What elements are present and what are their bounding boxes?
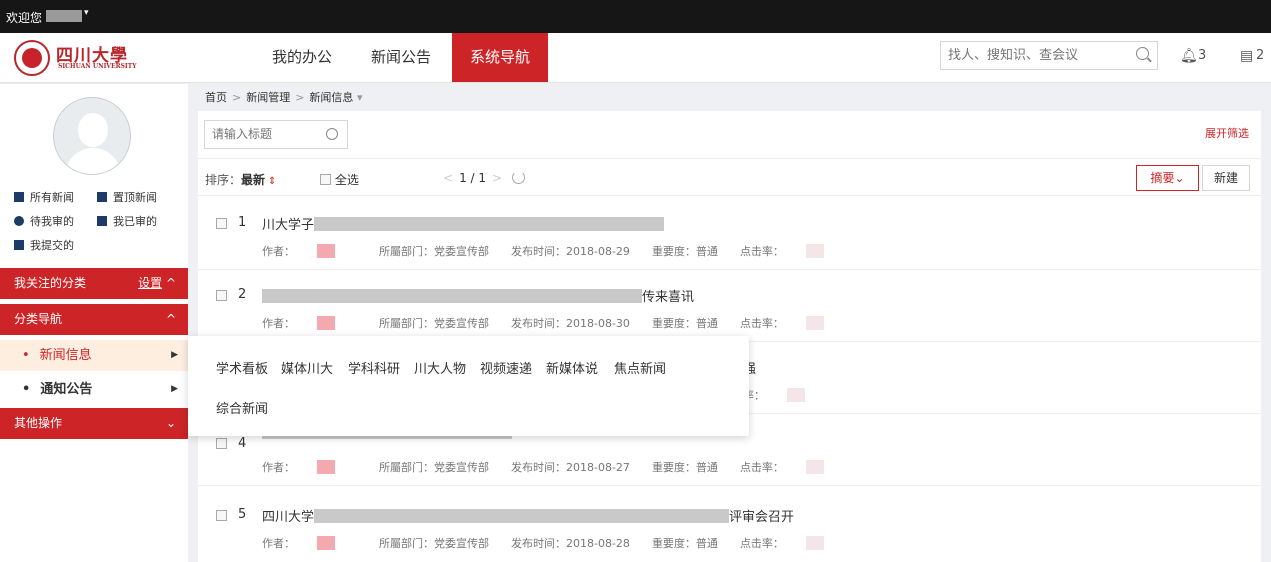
university-seal-logo[interactable] bbox=[14, 40, 50, 76]
title-search[interactable] bbox=[204, 120, 348, 149]
item-title[interactable]: 四川大学 评审会召开 bbox=[262, 506, 794, 525]
logo-subtext: SICHUAN UNIVERSITY bbox=[58, 63, 137, 70]
item-number: 4 bbox=[238, 436, 247, 451]
chevron-up-icon: ^ bbox=[165, 276, 176, 290]
page-indicator: 1 / 1 bbox=[459, 171, 487, 185]
item-title[interactable]: 川大学子 bbox=[262, 214, 665, 233]
sidebar-category-nav[interactable]: 分类导航 ^ bbox=[0, 304, 188, 335]
top-bar: 欢迎您 ▾ bbox=[0, 0, 1271, 33]
select-all[interactable]: 全选 bbox=[320, 171, 359, 188]
quick-link-submitted[interactable]: 我提交的 bbox=[14, 237, 74, 253]
nav-my-office[interactable]: 我的办公 bbox=[260, 33, 344, 82]
news-item[interactable]: 5 四川大学 评审会召开 作者： 所屬部门：党委宣传部 发布时间：2018-08-28… bbox=[198, 490, 1261, 562]
breadcrumb-news-mgmt[interactable]: 新闻管理 bbox=[246, 91, 290, 104]
chevron-down-icon: ⌄ bbox=[165, 416, 176, 430]
item-checkbox[interactable] bbox=[216, 290, 227, 301]
next-page-icon[interactable]: > bbox=[492, 171, 502, 185]
welcome-text: 欢迎您 bbox=[6, 11, 43, 25]
item-number: 1 bbox=[238, 215, 247, 230]
sidebar-item-news-info[interactable]: • 新闻信息 ▶ bbox=[0, 340, 188, 371]
search-icon[interactable] bbox=[1136, 47, 1149, 60]
list-toolbar: 排序：最新 ⇕ 全选 <1 / 1 > 摘要⌄ 新建 bbox=[198, 158, 1261, 196]
bell-count: 3 bbox=[1198, 48, 1207, 63]
bullet-icon: • bbox=[22, 348, 30, 363]
avatar[interactable] bbox=[53, 97, 131, 175]
check-icon bbox=[97, 216, 107, 226]
news-category-flyout: 学术看板 媒体川大 学科科研 川大人物 视频速递 新媒体说 焦点新闻 综合新闻 bbox=[188, 336, 749, 436]
summary-button[interactable]: 摘要⌄ bbox=[1136, 165, 1199, 191]
bell-icon[interactable]: 🔔︎ bbox=[1180, 48, 1198, 64]
new-button[interactable]: 新建 bbox=[1202, 165, 1250, 191]
redacted-title bbox=[262, 289, 642, 303]
redacted-title bbox=[314, 217, 665, 231]
caret-right-icon: ▶ bbox=[171, 350, 178, 360]
document-count: 2 bbox=[1256, 48, 1265, 63]
sidebar-other-ops[interactable]: 其他操作 ⌄ bbox=[0, 408, 188, 439]
quick-link-reviewed[interactable]: 我已审的 bbox=[97, 213, 157, 229]
caret-down-icon: ▾ bbox=[356, 91, 363, 104]
news-item[interactable]: 2 传来喜讯 作者： 所屬部门：党委宣传部 发布时间：2018-08-30 重要度：普… bbox=[198, 270, 1261, 342]
nav-system-navigation[interactable]: 系统导航 bbox=[452, 33, 548, 82]
category-focus-news[interactable]: 焦点新闻 bbox=[614, 358, 666, 377]
category-research[interactable]: 学科科研 bbox=[348, 358, 400, 377]
item-meta: 作者： 所屬部门：党委宣传部 发布时间：2018-08-27 重要度：普通 点击率： bbox=[262, 459, 868, 475]
prev-page-icon[interactable]: < bbox=[443, 171, 453, 185]
nav-news-notices[interactable]: 新闻公告 bbox=[358, 33, 444, 82]
redacted-title bbox=[314, 509, 730, 523]
global-search-input[interactable] bbox=[948, 48, 1128, 63]
chevron-up-icon: ^ bbox=[165, 312, 176, 326]
item-title[interactable]: 传来喜讯 bbox=[262, 286, 694, 305]
sidebar-followed-categories[interactable]: 我关注的分类 设置 ^ bbox=[0, 268, 188, 299]
edit-icon bbox=[14, 240, 24, 250]
caret-right-icon: ▶ bbox=[171, 384, 178, 394]
list-icon bbox=[14, 192, 24, 202]
document-icon[interactable]: ▤ bbox=[1240, 48, 1253, 64]
breadcrumb-news-info[interactable]: 新闻信息 bbox=[309, 91, 353, 104]
category-general-news[interactable]: 综合新闻 bbox=[216, 398, 268, 417]
bullet-icon: • bbox=[22, 382, 31, 397]
item-checkbox[interactable] bbox=[216, 218, 227, 229]
category-people[interactable]: 川大人物 bbox=[414, 358, 466, 377]
chevron-down-icon: ⌄ bbox=[1174, 171, 1185, 185]
header: 四川大學 SICHUAN UNIVERSITY 我的办公 新闻公告 系统导航 🔔… bbox=[0, 33, 1271, 83]
breadcrumb: 首页 > 新闻管理 > 新闻信息 ▾ bbox=[205, 91, 363, 104]
pin-icon bbox=[97, 192, 107, 202]
item-meta: 率： bbox=[743, 387, 849, 403]
item-number: 2 bbox=[238, 287, 247, 302]
pager: <1 / 1 > bbox=[437, 171, 526, 185]
category-academic-board[interactable]: 学术看板 bbox=[216, 358, 268, 377]
category-media-scu[interactable]: 媒体川大 bbox=[281, 358, 333, 377]
news-item[interactable]: 1 川大学子 作者： 所屬部门：党委宣传部 发布时间：2018-08-29 重要度：普… bbox=[198, 198, 1261, 270]
user-menu-caret-icon[interactable]: ▾ bbox=[84, 8, 89, 18]
global-search[interactable] bbox=[940, 41, 1158, 70]
search-icon[interactable] bbox=[326, 128, 338, 140]
category-new-media[interactable]: 新媒体说 bbox=[546, 358, 598, 377]
sort-arrows-icon: ⇕ bbox=[268, 176, 277, 187]
item-meta: 作者： 所屬部门：党委宣传部 发布时间：2018-08-30 重要度：普通 点击率： bbox=[262, 315, 868, 331]
breadcrumb-home[interactable]: 首页 bbox=[205, 91, 227, 104]
refresh-icon[interactable] bbox=[512, 171, 526, 184]
followed-settings-link[interactable]: 设置 ^ bbox=[138, 268, 176, 299]
item-checkbox[interactable] bbox=[216, 510, 227, 521]
expand-filter-link[interactable]: 展开筛选 bbox=[1205, 125, 1249, 141]
sort-control[interactable]: 排序：最新 ⇕ bbox=[205, 171, 276, 188]
quick-link-pending-review[interactable]: 待我审的 bbox=[14, 213, 74, 229]
sidebar-item-notices[interactable]: • 通知公告 ▶ bbox=[0, 374, 188, 405]
quick-link-pinned-news[interactable]: 置顶新闻 bbox=[97, 189, 157, 205]
user-icon bbox=[14, 216, 24, 226]
item-meta: 作者： 所屬部门：党委宣传部 发布时间：2018-08-29 重要度：普通 点击率： bbox=[262, 243, 868, 259]
item-checkbox[interactable] bbox=[216, 438, 227, 449]
sidebar: 所有新闻 置顶新闻 待我审的 我已审的 我提交的 我关注的分类 设置 ^ 分类导… bbox=[0, 84, 188, 562]
item-number: 5 bbox=[238, 507, 247, 522]
category-video[interactable]: 视频速递 bbox=[480, 358, 532, 377]
item-meta: 作者： 所屬部门：党委宣传部 发布时间：2018-08-28 重要度：普通 点击率： bbox=[262, 535, 868, 551]
quick-link-all-news[interactable]: 所有新闻 bbox=[14, 189, 74, 205]
select-all-checkbox[interactable] bbox=[320, 174, 331, 185]
main-content: 首页>新闻管理>新闻信息 ▾ 展开筛选 排序：最新⇕ 全选 <1 / 1 > 摘要… bbox=[198, 84, 1271, 562]
username-redacted[interactable] bbox=[46, 10, 82, 22]
title-search-input[interactable] bbox=[212, 127, 322, 141]
